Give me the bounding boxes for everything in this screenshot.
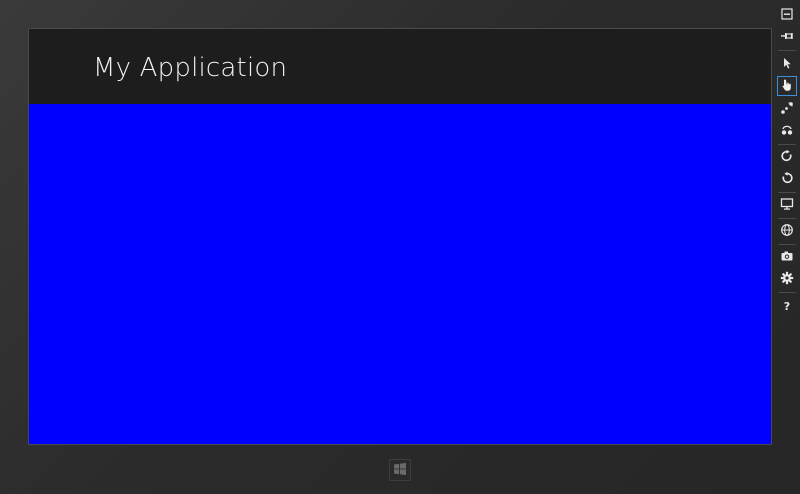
settings-icon	[780, 270, 794, 289]
toolbar-separator	[778, 292, 796, 293]
touch-mode-button[interactable]	[777, 76, 797, 96]
windows-logo-icon	[393, 461, 407, 480]
toolbar-separator	[778, 192, 796, 193]
change-resolution-button[interactable]	[777, 195, 797, 215]
pin-button[interactable]	[777, 27, 797, 47]
minimize-icon	[780, 6, 794, 25]
rotate-clockwise-icon	[780, 148, 794, 167]
app-header: My Application	[29, 29, 771, 104]
help-button[interactable]: ?	[777, 296, 797, 316]
mouse-mode-button[interactable]	[777, 54, 797, 74]
rotation-touch-button[interactable]	[777, 121, 797, 141]
rotate-counterclockwise-button[interactable]	[777, 169, 797, 189]
toolbar-separator	[778, 144, 796, 145]
set-location-icon	[780, 222, 794, 241]
toolbar-separator	[778, 218, 796, 219]
screenshot-icon	[780, 248, 794, 267]
set-location-button[interactable]	[777, 221, 797, 241]
simulator-toolbar: ?	[775, 0, 800, 494]
pinch-zoom-icon	[780, 100, 794, 119]
change-resolution-icon	[780, 196, 794, 215]
touch-mode-icon	[780, 77, 794, 96]
settings-button[interactable]	[777, 269, 797, 289]
help-icon: ?	[783, 299, 791, 313]
toolbar-separator	[778, 244, 796, 245]
pinch-zoom-button[interactable]	[777, 99, 797, 119]
app-title: My Application	[93, 53, 288, 83]
rotate-clockwise-button[interactable]	[777, 147, 797, 167]
toolbar-separator	[778, 50, 796, 51]
simulator-screen: My Application	[28, 28, 772, 445]
rotate-counterclockwise-icon	[780, 170, 794, 189]
pin-icon	[780, 28, 794, 47]
app-content-area[interactable]	[29, 104, 771, 444]
windows-start-button[interactable]	[389, 459, 411, 481]
mouse-mode-icon	[780, 55, 794, 74]
screenshot-button[interactable]	[777, 247, 797, 267]
minimize-button[interactable]	[777, 5, 797, 25]
rotation-touch-icon	[780, 122, 794, 141]
